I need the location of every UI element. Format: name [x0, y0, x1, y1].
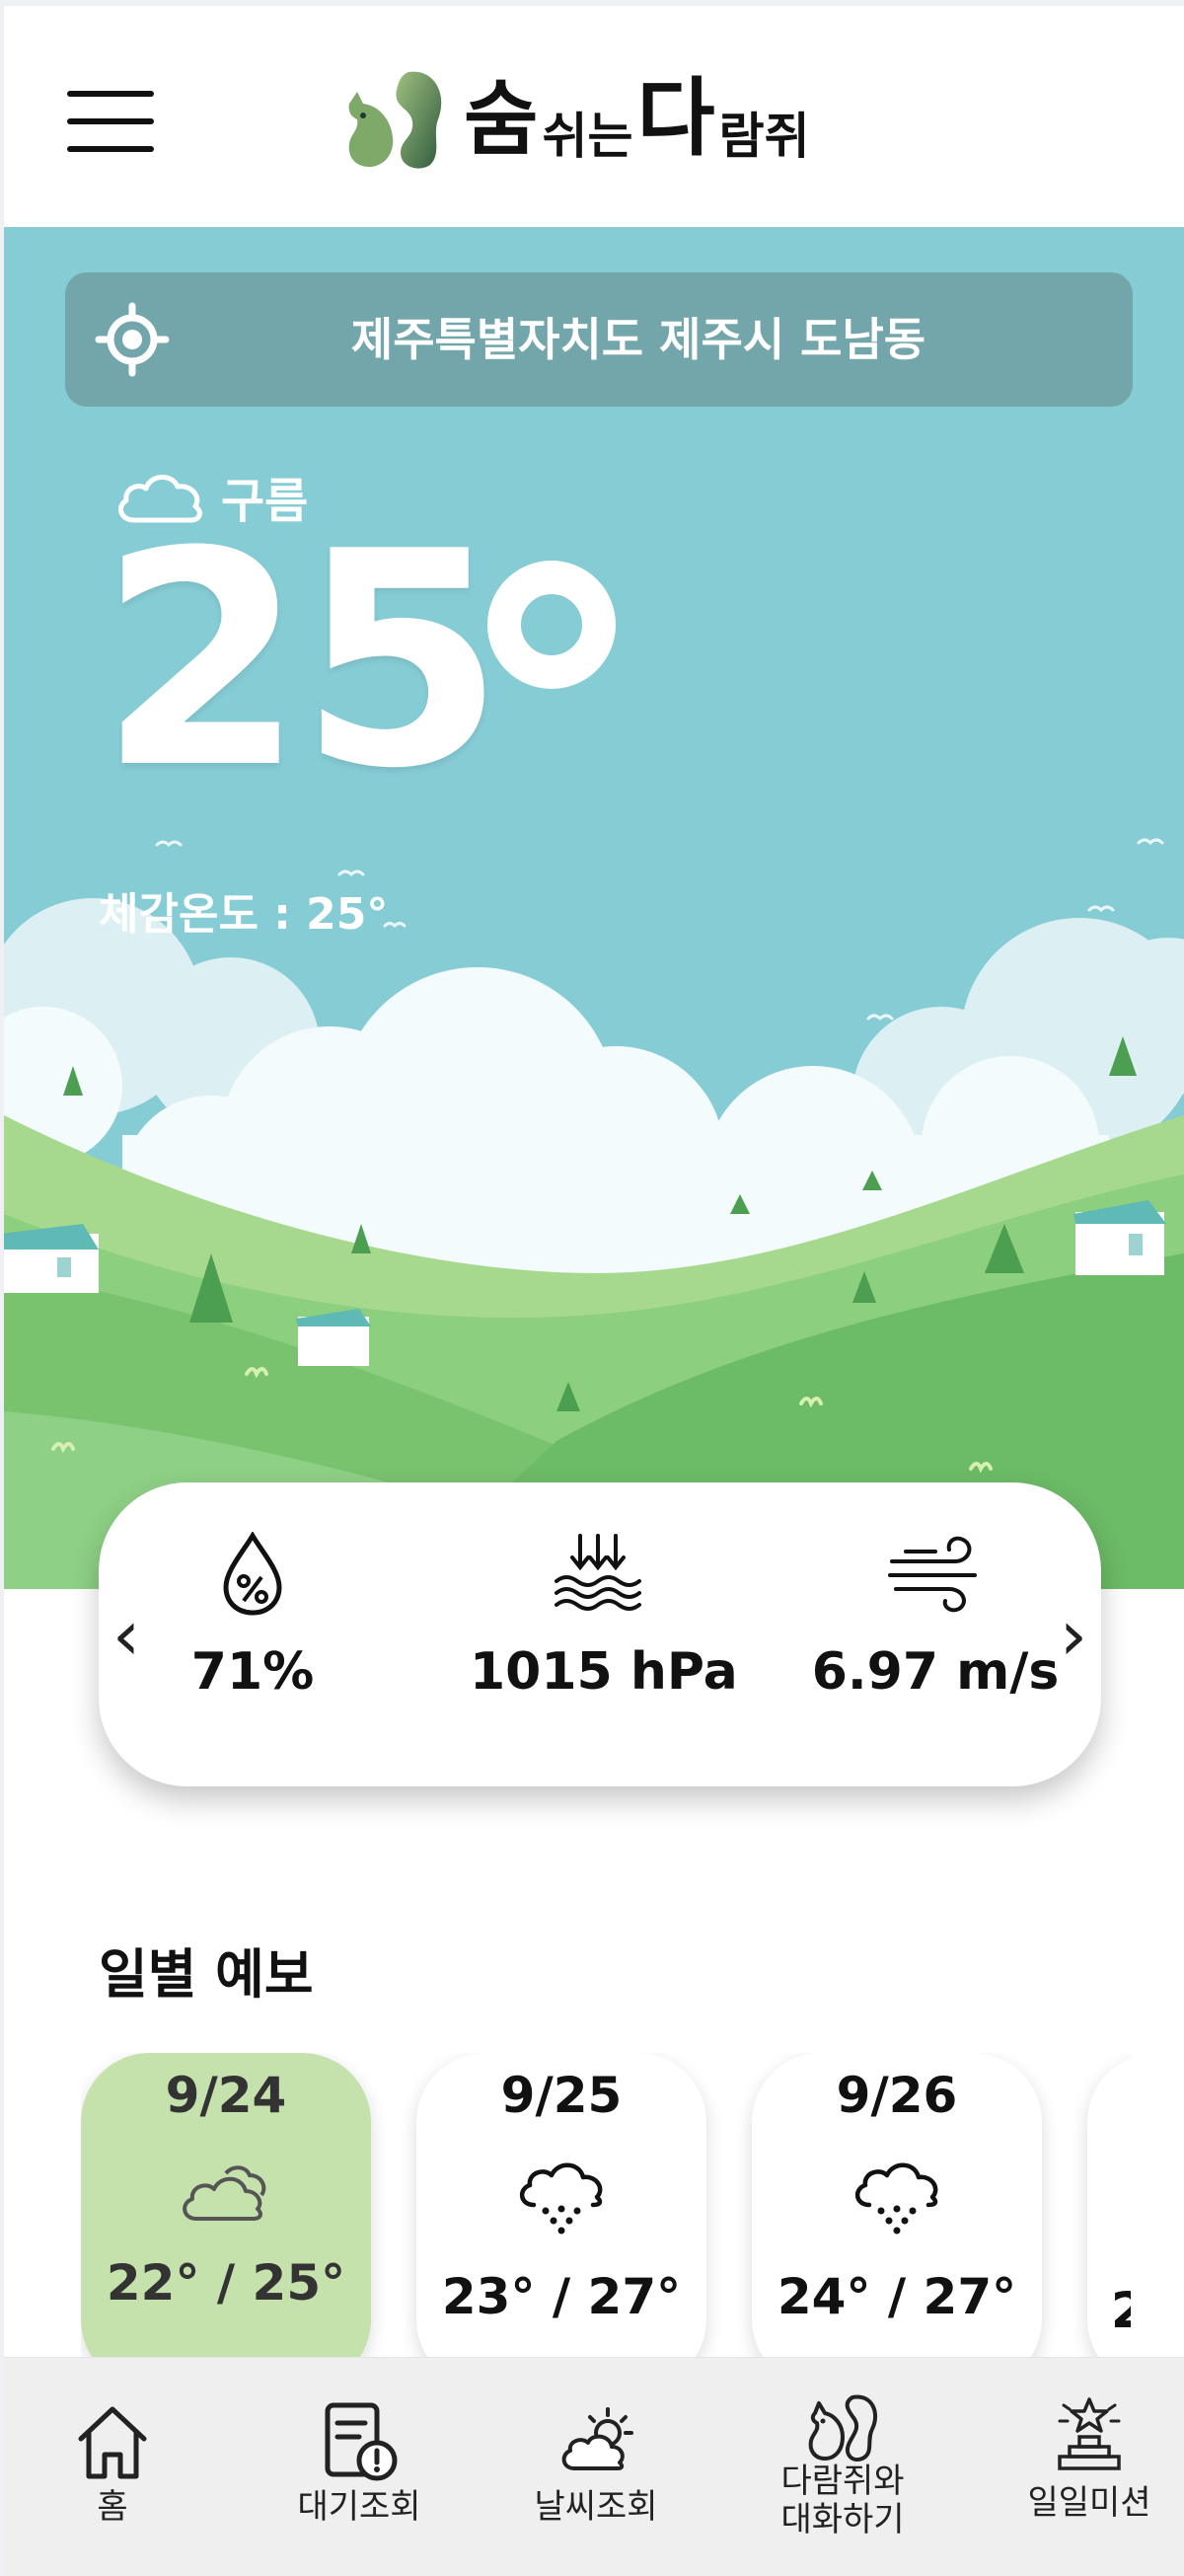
degree-symbol: [487, 561, 616, 689]
nav-squirrel-chat[interactable]: 다람쥐와 대화하기: [754, 2358, 931, 2576]
nav-label: 날씨조회: [534, 2487, 658, 2527]
app-screen: 숨 쉬는 다 람쥐 제주특별자치도 제주시 도남동 구름 25 체감온도: 2…: [4, 6, 1184, 2576]
weather-icon: [561, 2407, 633, 2470]
day-card[interactable]: 9/24 22° / 25°: [81, 2053, 371, 2369]
menu-bar: [67, 118, 154, 124]
wind-stat: 6.97 m/s: [807, 1532, 1064, 1702]
squirrel-chat-icon: [808, 2394, 878, 2462]
humidity-stat: 71%: [184, 1532, 322, 1702]
air-report-icon: [325, 2402, 398, 2481]
day-card[interactable]: 9/26 24° / 27°: [752, 2053, 1042, 2369]
rain-cloud-icon: [855, 2162, 938, 2235]
nav-label: 다람쥐와 대화하기: [780, 2462, 905, 2540]
day-temperature-range: 22° / 25°: [106, 2254, 346, 2311]
nav-label: 대기조회: [297, 2487, 421, 2527]
day-date: 9/24: [165, 2067, 287, 2124]
mission-trophy-icon: [1058, 2397, 1121, 2470]
location-label: 제주특별자치도 제주시 도남동: [350, 313, 926, 366]
day-temperature-range: 24° / 27°: [777, 2268, 1017, 2325]
rain-cloud-icon: [520, 2162, 603, 2235]
pressure-value: 1015 hPa: [470, 1642, 738, 1702]
pressure-icon: [555, 1534, 641, 1611]
current-temperature: 25: [99, 489, 504, 833]
wind-icon: [888, 1536, 977, 1613]
logo-text-1: 숨: [464, 73, 539, 167]
day-date: 9/26: [836, 2067, 958, 2124]
daily-forecast-title: 일별 예보: [99, 1943, 314, 2006]
nav-weather[interactable]: 날씨조회: [507, 2358, 685, 2576]
humidity-value: 71%: [190, 1642, 315, 1702]
app-logo[interactable]: 숨 쉬는 다 람쥐: [339, 59, 814, 178]
menu-bar: [67, 146, 154, 152]
cloud-icon: [183, 2165, 266, 2221]
logo-text-4: 람쥐: [718, 108, 810, 165]
day-card[interactable]: 9/25 23° / 27°: [416, 2053, 706, 2369]
pressure-stat: 1015 hPa: [470, 1532, 738, 1702]
logo-text-3: 다: [636, 69, 715, 168]
humidity-drop-icon: [223, 1532, 282, 1616]
stats-prev-arrow[interactable]: ‹: [112, 1601, 140, 1670]
feels-like-temperature: 체감온도 : 25°: [99, 889, 389, 940]
weather-hero: 제주특별자치도 제주시 도남동 구름 25 체감온도 : 25°: [4, 227, 1184, 1589]
squirrel-logo-icon: [348, 71, 442, 169]
weather-stats-card: ‹ › 71% 1015 hPa 6.97 m/s: [99, 1482, 1101, 1786]
home-icon: [78, 2406, 147, 2479]
nav-label: 홈: [97, 2487, 128, 2527]
nav-daily-mission[interactable]: 일일미션: [1000, 2358, 1178, 2576]
nav-label: 일일미션: [1027, 2483, 1151, 2523]
day-temperature-range: 2: [1111, 2282, 1131, 2339]
hamburger-menu-button[interactable]: [63, 85, 158, 160]
nav-air-report[interactable]: 대기조회: [270, 2358, 448, 2576]
stats-next-arrow[interactable]: ›: [1060, 1601, 1087, 1670]
daily-forecast-list[interactable]: 9/24 22° / 25° 9/25 23° / 27° 9/26 24° /…: [81, 2053, 1131, 2369]
wind-value: 6.97 m/s: [811, 1642, 1060, 1702]
nav-home[interactable]: 홈: [43, 2358, 182, 2576]
logo-text-2: 쉬는: [542, 108, 633, 165]
location-target-icon[interactable]: [95, 302, 170, 377]
menu-bar: [67, 91, 154, 97]
location-bar[interactable]: 제주특별자치도 제주시 도남동: [65, 272, 1133, 407]
bottom-navigation: 홈 대기조회 날씨조회 다람쥐와 대화하기 일일미션: [4, 2357, 1184, 2576]
day-temperature-range: 23° / 27°: [441, 2268, 682, 2325]
day-card[interactable]: 2: [1087, 2053, 1131, 2369]
day-date: 9/25: [500, 2067, 623, 2124]
app-header: 숨 쉬는 다 람쥐: [4, 6, 1184, 227]
